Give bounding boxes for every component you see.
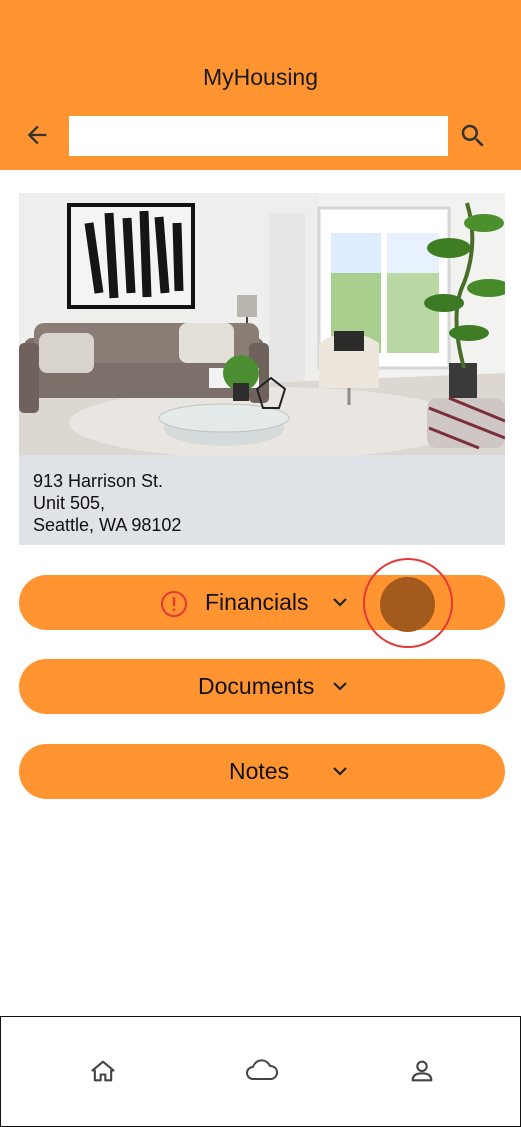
search-icon xyxy=(461,124,484,147)
chevron-down-icon xyxy=(333,767,347,776)
chevron-down-icon xyxy=(333,682,347,691)
financials-label: Financials xyxy=(205,589,309,615)
app-title: MyHousing xyxy=(202,64,319,90)
nav-cloud[interactable] xyxy=(242,1051,282,1091)
nav-profile[interactable] xyxy=(402,1051,442,1091)
alert-circle-icon xyxy=(161,591,187,617)
notes-button[interactable]: Notes xyxy=(19,744,505,799)
nav-home[interactable] xyxy=(83,1051,123,1091)
touch-indicator-ring xyxy=(363,558,453,648)
search-input[interactable] xyxy=(69,116,448,156)
app-header: MyHousing xyxy=(0,0,521,170)
bottom-navigation xyxy=(0,1016,521,1127)
home-icon xyxy=(91,1060,115,1082)
arrow-left-icon xyxy=(27,125,47,145)
address-line-3: Seattle, WA 98102 xyxy=(33,515,182,535)
property-photo xyxy=(19,193,505,455)
search-button[interactable] xyxy=(458,121,488,151)
cloud-icon xyxy=(246,1059,278,1080)
living-room-image xyxy=(19,193,505,455)
address-line-1: 913 Harrison St. xyxy=(33,471,164,491)
documents-button[interactable]: Documents xyxy=(19,659,505,714)
property-address: 913 Harrison St. Unit 505, Seattle, WA 9… xyxy=(33,470,181,536)
property-card: 913 Harrison St. Unit 505, Seattle, WA 9… xyxy=(19,193,505,545)
back-button[interactable] xyxy=(22,120,52,150)
address-line-2: Unit 505, xyxy=(33,493,106,513)
documents-label: Documents xyxy=(198,673,315,699)
notes-label: Notes xyxy=(229,758,290,784)
person-icon xyxy=(411,1060,433,1082)
chevron-down-icon xyxy=(333,598,347,607)
